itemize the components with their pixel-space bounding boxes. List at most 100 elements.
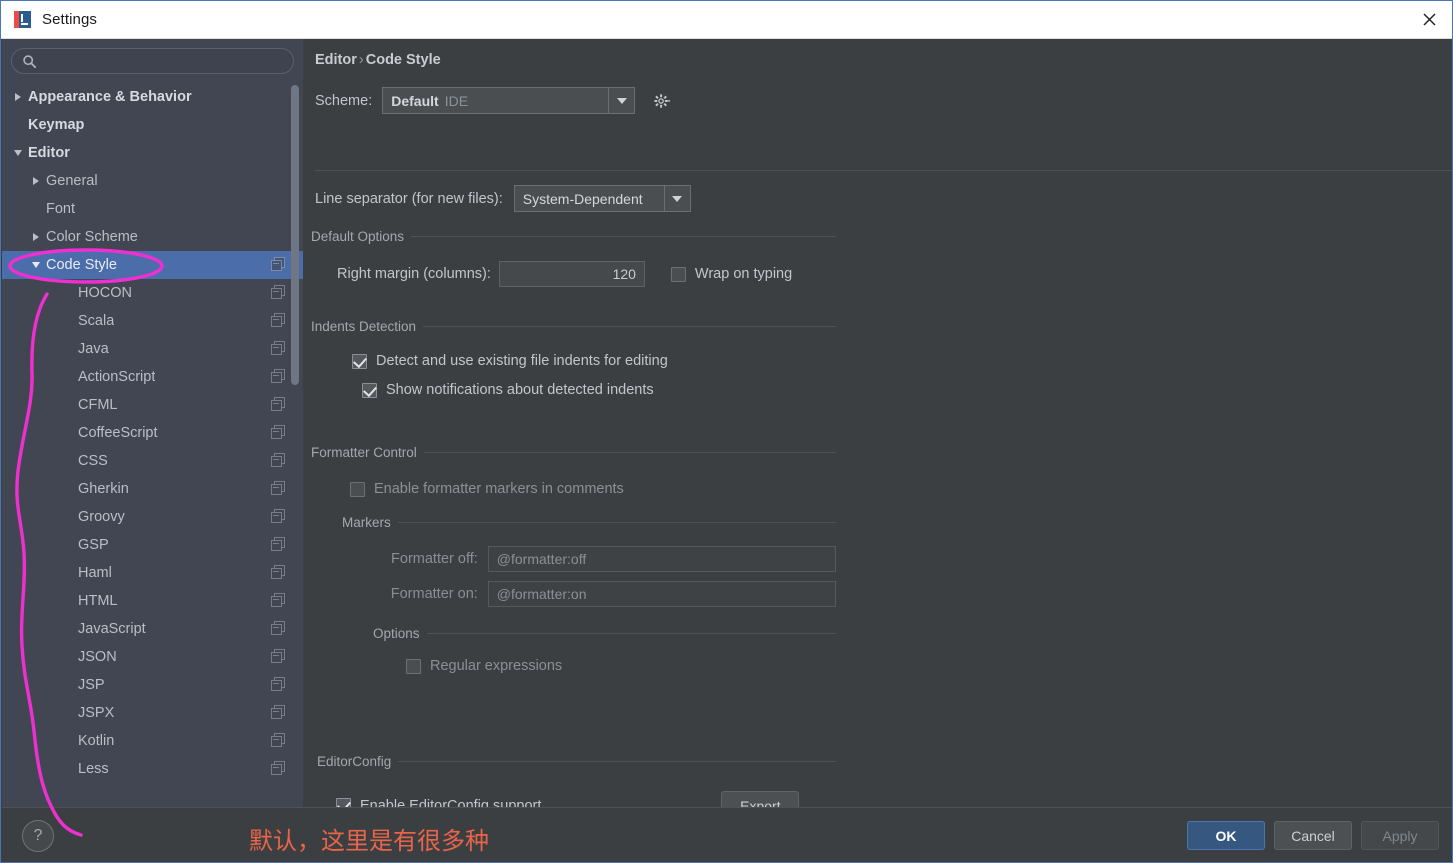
sidebar-item-label: Font bbox=[46, 201, 76, 217]
enable-editorconfig-checkbox[interactable] bbox=[336, 798, 351, 807]
scheme-settings-button[interactable] bbox=[649, 89, 675, 113]
sidebar-item-html[interactable]: HTML bbox=[2, 587, 303, 615]
editorconfig-row: Enable EditorConfig support Export bbox=[336, 791, 836, 807]
sidebar-item-javascript[interactable]: JavaScript bbox=[2, 615, 303, 643]
sidebar-item-code-style[interactable]: Code Style bbox=[2, 251, 303, 279]
enable-formatter-markers-checkbox[interactable] bbox=[350, 481, 365, 497]
detect-indents-checkbox[interactable] bbox=[352, 353, 367, 369]
enable-formatter-markers-checkbox-row[interactable]: Enable formatter markers in comments bbox=[350, 481, 836, 497]
regular-expressions-checkbox-row[interactable]: Regular expressions bbox=[406, 658, 836, 674]
chevron-down-icon[interactable] bbox=[608, 88, 634, 113]
chevron-right-icon[interactable] bbox=[10, 89, 26, 105]
copy-scheme-icon[interactable] bbox=[271, 425, 286, 440]
copy-scheme-icon[interactable] bbox=[271, 537, 286, 552]
sidebar-item-jspx[interactable]: JSPX bbox=[2, 699, 303, 727]
dialog-actions: OK Cancel Apply bbox=[1187, 821, 1439, 850]
sidebar-item-java[interactable]: Java bbox=[2, 335, 303, 363]
line-separator-value: System-Dependent bbox=[522, 190, 643, 207]
sidebar-item-gsp[interactable]: GSP bbox=[2, 531, 303, 559]
settings-sidebar: Appearance & Behavior Keymap Editor General… bbox=[2, 39, 303, 807]
scheme-select[interactable]: Default IDE bbox=[382, 87, 636, 114]
editorconfig-title: EditorConfig bbox=[317, 754, 392, 769]
sidebar-item-actionscript[interactable]: ActionScript bbox=[2, 363, 303, 391]
export-button[interactable]: Export bbox=[721, 791, 800, 807]
breadcrumb-current: Code Style bbox=[365, 52, 441, 68]
chevron-down-icon[interactable] bbox=[10, 145, 26, 161]
sidebar-item-jsp[interactable]: JSP bbox=[2, 671, 303, 699]
sidebar-item-general[interactable]: General bbox=[2, 167, 303, 195]
sidebar-item-kotlin[interactable]: Kotlin bbox=[2, 727, 303, 755]
copy-scheme-icon[interactable] bbox=[271, 677, 286, 692]
copy-scheme-icon[interactable] bbox=[271, 733, 286, 748]
default-options-title-row: Default Options bbox=[311, 229, 836, 244]
copy-scheme-icon[interactable] bbox=[271, 621, 286, 636]
copy-scheme-icon[interactable] bbox=[271, 761, 286, 776]
ok-button[interactable]: OK bbox=[1187, 821, 1265, 850]
search-input[interactable] bbox=[43, 53, 285, 69]
default-options-title: Default Options bbox=[311, 229, 405, 244]
sidebar-item-cfml[interactable]: CFML bbox=[2, 391, 303, 419]
breadcrumb-parent: Editor bbox=[315, 52, 357, 68]
editorconfig-title-row: EditorConfig bbox=[317, 754, 836, 769]
copy-scheme-icon[interactable] bbox=[271, 565, 286, 580]
wrap-on-typing-checkbox[interactable] bbox=[670, 266, 686, 282]
search-box[interactable] bbox=[11, 48, 294, 74]
sidebar-item-less[interactable]: Less bbox=[2, 755, 303, 783]
settings-tree[interactable]: Appearance & Behavior Keymap Editor General… bbox=[2, 83, 303, 807]
copy-scheme-icon[interactable] bbox=[271, 313, 286, 328]
sidebar-item-label: Code Style bbox=[46, 257, 117, 273]
sidebar-item-editor[interactable]: Editor bbox=[2, 139, 303, 167]
line-separator-select[interactable]: System-Dependent bbox=[513, 185, 691, 212]
chevron-down-icon[interactable] bbox=[663, 186, 690, 211]
copy-scheme-icon[interactable] bbox=[271, 593, 286, 608]
sidebar-item-label: JSP bbox=[78, 677, 105, 693]
show-indent-notifications-checkbox-row[interactable]: Show notifications about detected indent… bbox=[362, 382, 836, 398]
copy-scheme-icon[interactable] bbox=[271, 257, 286, 272]
copy-scheme-icon[interactable] bbox=[271, 453, 286, 468]
enable-editorconfig-checkbox-row[interactable]: Enable EditorConfig support bbox=[336, 797, 542, 808]
sidebar-item-scala[interactable]: Scala bbox=[2, 307, 303, 335]
gear-icon bbox=[654, 93, 671, 108]
sidebar-item-appearance-behavior[interactable]: Appearance & Behavior bbox=[2, 83, 303, 111]
sidebar-item-gherkin[interactable]: Gherkin bbox=[2, 475, 303, 503]
chevron-right-icon[interactable] bbox=[28, 173, 44, 189]
copy-scheme-icon[interactable] bbox=[271, 285, 286, 300]
right-margin-input[interactable] bbox=[498, 261, 645, 287]
sidebar-item-label: Keymap bbox=[28, 117, 85, 133]
regular-expressions-checkbox[interactable] bbox=[406, 658, 421, 674]
chevron-down-icon[interactable] bbox=[28, 257, 44, 273]
sidebar-item-label: JSPX bbox=[78, 705, 115, 721]
markers-title-row: Markers bbox=[342, 515, 836, 530]
sidebar-item-groovy[interactable]: Groovy bbox=[2, 503, 303, 531]
formatter-off-input[interactable] bbox=[487, 546, 836, 572]
enable-editorconfig-label: Enable EditorConfig support bbox=[360, 797, 542, 808]
copy-scheme-icon[interactable] bbox=[271, 481, 286, 496]
sidebar-item-font[interactable]: Font bbox=[2, 195, 303, 223]
show-indent-notifications-checkbox[interactable] bbox=[362, 382, 377, 398]
detect-indents-checkbox-row[interactable]: Detect and use existing file indents for… bbox=[352, 353, 836, 369]
close-button[interactable] bbox=[1406, 1, 1452, 38]
sidebar-item-hocon[interactable]: HOCON bbox=[2, 279, 303, 307]
sidebar-item-haml[interactable]: Haml bbox=[2, 559, 303, 587]
sidebar-item-label: Haml bbox=[78, 565, 112, 581]
wrap-on-typing-checkbox-row[interactable]: Wrap on typing bbox=[670, 266, 792, 282]
copy-scheme-icon[interactable] bbox=[271, 649, 286, 664]
copy-scheme-icon[interactable] bbox=[271, 509, 286, 524]
sidebar-item-coffeescript[interactable]: CoffeeScript bbox=[2, 419, 303, 447]
sidebar-item-json[interactable]: JSON bbox=[2, 643, 303, 671]
help-button[interactable]: ? bbox=[22, 820, 54, 852]
indents-detection-title-row: Indents Detection bbox=[311, 319, 836, 334]
sidebar-item-color-scheme[interactable]: Color Scheme bbox=[2, 223, 303, 251]
copy-scheme-icon[interactable] bbox=[271, 341, 286, 356]
sidebar-item-css[interactable]: CSS bbox=[2, 447, 303, 475]
formatter-on-input[interactable] bbox=[487, 581, 836, 607]
sidebar-item-label: HTML bbox=[78, 593, 118, 609]
copy-scheme-icon[interactable] bbox=[271, 369, 286, 384]
formatter-on-label: Formatter on: bbox=[390, 586, 478, 602]
sidebar-scrollbar-thumb[interactable] bbox=[291, 85, 299, 385]
sidebar-item-keymap[interactable]: Keymap bbox=[2, 111, 303, 139]
chevron-right-icon[interactable] bbox=[28, 229, 44, 245]
copy-scheme-icon[interactable] bbox=[271, 397, 286, 412]
copy-scheme-icon[interactable] bbox=[271, 705, 286, 720]
cancel-button[interactable]: Cancel bbox=[1274, 821, 1352, 850]
